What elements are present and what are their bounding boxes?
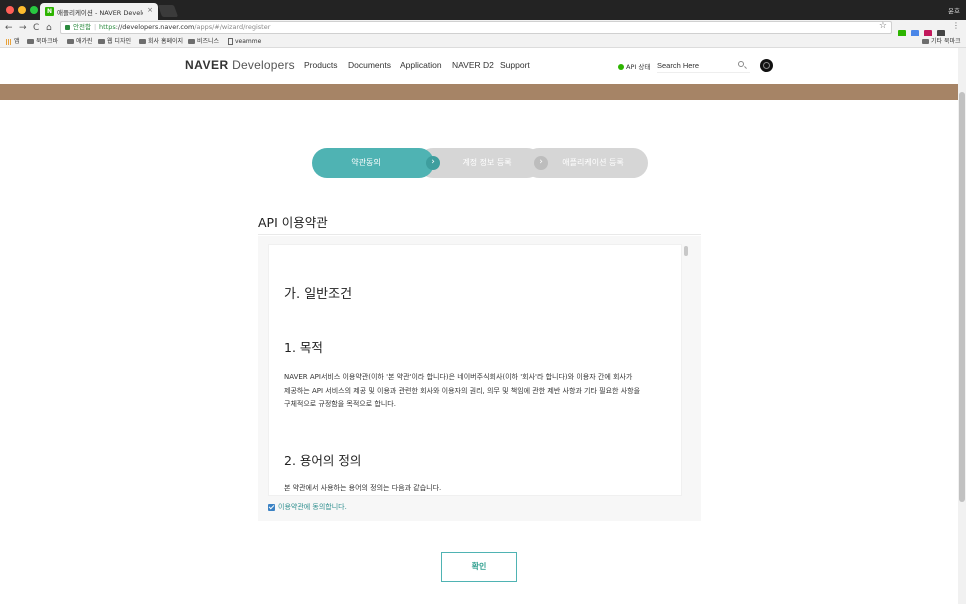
bookmark-folder[interactable]: 북마크바 [27,38,58,46]
folder-icon [188,39,195,44]
nav-application[interactable]: Application [400,60,442,70]
section-title: API 이용약관 [258,215,328,230]
user-avatar[interactable] [760,59,773,72]
folder-icon [98,39,105,44]
terms-scroll-thumb[interactable] [684,246,688,256]
search-icon[interactable] [738,61,744,67]
checkbox-checked-icon[interactable] [268,503,275,511]
site-header: NAVER Developers Products Documents Appl… [0,48,958,84]
naver-favicon-icon: N [45,7,54,16]
header-search [657,58,750,73]
browser-titlebar: N 애플리케이션 - NAVER Developers × 윤호 [0,0,966,20]
forward-arrow-icon[interactable]: → [19,22,27,34]
folder-icon [922,39,929,44]
browser-toolbar: ← → C ⌂ 안전함 | https://developers.naver.c… [0,20,966,38]
chevron-right-icon: › [534,156,548,170]
tab-title: 애플리케이션 - NAVER Developers [57,9,143,17]
terms-panel: 가. 일반조건 1. 목적 NAVER API서비스 이용약관(이하 '본 약관… [258,236,701,521]
browser-profile-name[interactable]: 윤호 [948,5,960,15]
bookmark-folder[interactable]: 애가린 [67,38,93,46]
browser-tab[interactable]: N 애플리케이션 - NAVER Developers × [40,3,158,20]
chevron-right-icon: › [426,156,440,170]
bookmark-apps[interactable]: 앱 [6,38,20,46]
window-minimize-button[interactable] [18,6,26,14]
terms-paragraph-definitions: 본 약관에서 사용하는 용어의 정의는 다음과 같습니다. [284,484,442,492]
folder-icon [27,39,34,44]
address-bar[interactable]: 안전함 | https://developers.naver.com/apps/… [60,21,892,34]
bookmark-page[interactable]: veamme [228,38,261,46]
page-icon [228,38,233,45]
terms-scrollbar[interactable] [684,244,689,496]
window-close-button[interactable] [6,6,14,14]
extension-icons [898,23,950,38]
terms-scroll-area[interactable]: 가. 일반조건 1. 목적 NAVER API서비스 이용약관(이하 '본 약관… [268,244,682,496]
bookmark-other[interactable]: 기타 북마크 [922,38,961,46]
new-tab-button[interactable] [157,5,179,17]
back-arrow-icon[interactable]: ← [5,22,13,34]
wizard-steps: 약관동의 계정 정보 등록 애플리케이션 등록 › › [312,148,648,178]
secure-label: 안전함 [73,23,91,31]
bookmark-folder[interactable]: 웹 디자인 [98,38,131,46]
nav-naver-d2[interactable]: NAVER D2 [452,60,494,70]
terms-heading-definitions: 2. 용어의 정의 [284,453,362,468]
reload-icon[interactable]: C [33,22,39,34]
home-icon[interactable]: ⌂ [46,22,52,34]
api-status-link[interactable]: API 상태 [618,61,650,71]
agree-terms-checkbox[interactable]: 이용약관에 동의합니다. [268,502,347,512]
browser-menu-icon[interactable]: ⋮ [952,21,960,30]
folder-icon [67,39,74,44]
step-terms-agreement: 약관동의 [312,148,434,178]
page-scroll-thumb[interactable] [959,92,965,502]
tab-close-icon[interactable]: × [147,6,153,14]
naver-developers-logo[interactable]: NAVER Developers [185,58,295,72]
confirm-button[interactable]: 확인 [441,552,517,582]
divider [258,234,701,235]
bookmark-folder[interactable]: 비즈니스 [188,38,219,46]
bookmark-star-icon[interactable]: ☆ [879,21,887,32]
hero-banner [0,84,958,100]
page-viewport: NAVER Developers Products Documents Appl… [0,48,958,604]
nav-support[interactable]: Support [500,60,530,70]
terms-heading-general: 가. 일반조건 [284,287,353,302]
terms-heading-purpose: 1. 목적 [284,340,323,355]
url-text[interactable]: https://developers.naver.com/apps/#/wiza… [99,22,270,33]
nav-products[interactable]: Products [304,60,338,70]
bookmark-folder[interactable]: 회사 홈페이지 [139,38,183,46]
bookmarks-bar: 앱 북마크바 애가린 웹 디자인 회사 홈페이지 비즈니스 veamme 기타 … [0,36,966,48]
lock-icon [65,25,70,30]
status-check-icon [618,64,624,70]
page-scrollbar[interactable] [958,48,966,604]
window-maximize-button[interactable] [30,6,38,14]
nav-documents[interactable]: Documents [348,60,391,70]
apps-icon [6,38,12,45]
search-input[interactable] [657,58,735,72]
terms-paragraph-purpose: NAVER API서비스 이용약관(이하 '본 약관'이라 합니다)은 네이버주… [284,373,641,408]
folder-icon [139,39,146,44]
